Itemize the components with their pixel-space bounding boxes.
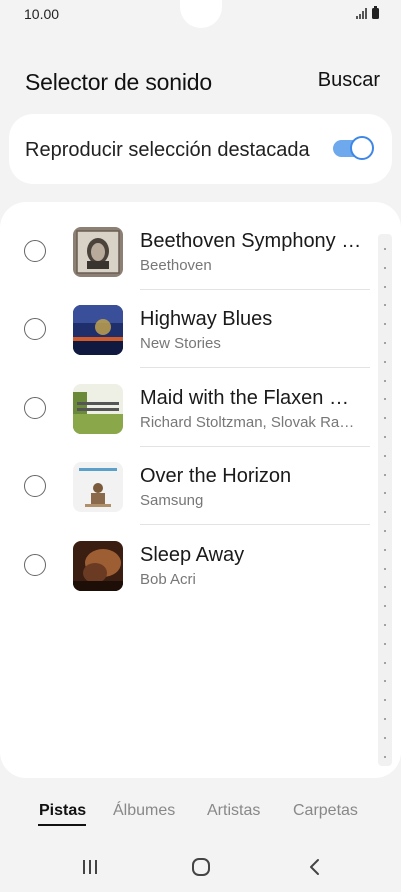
track-title: Over the Horizon — [140, 465, 292, 487]
track-title: Maid with the Flaxen Hair — [140, 387, 362, 409]
system-nav-bar — [0, 844, 401, 892]
index-dot — [384, 661, 386, 664]
track-radio[interactable] — [24, 240, 46, 262]
track-row[interactable]: Maid with the Flaxen Hair Richard Stoltz… — [0, 369, 380, 447]
index-dot — [384, 755, 386, 758]
active-tab-indicator — [38, 824, 86, 826]
track-list: Beethoven Symphony No. 9 (Scherzo) Beeth… — [0, 202, 401, 778]
track-radio[interactable] — [24, 397, 46, 419]
index-dot — [384, 285, 386, 288]
index-dot — [384, 417, 386, 420]
back-icon — [310, 859, 319, 875]
track-row[interactable]: Beethoven Symphony No. 9 (Scherzo) Beeth… — [0, 212, 380, 290]
tab-artistas[interactable]: Artistas — [207, 802, 260, 820]
switch-knob — [350, 136, 374, 160]
index-dot — [384, 586, 386, 589]
fast-scroll-index[interactable] — [378, 234, 392, 766]
track-title: Highway Blues — [140, 308, 273, 330]
track-row[interactable]: Over the Horizon Samsung — [0, 447, 380, 525]
index-dot — [384, 473, 386, 476]
divider — [140, 367, 370, 368]
signal-icon — [356, 8, 368, 19]
index-dot — [384, 511, 386, 514]
index-dot — [384, 266, 386, 269]
index-dot — [384, 548, 386, 551]
index-dot — [384, 699, 386, 702]
battery-icon — [372, 6, 379, 19]
highlight-toggle-card[interactable]: Reproducir selección destacada — [9, 114, 392, 184]
track-radio[interactable] — [24, 554, 46, 576]
index-dot — [384, 342, 386, 344]
index-dot — [384, 680, 386, 683]
status-bar: 10.00 — [0, 0, 401, 30]
track-radio[interactable] — [24, 475, 46, 497]
index-dot — [384, 398, 386, 401]
index-dot — [384, 567, 386, 570]
track-row[interactable]: Highway Blues New Stories — [0, 290, 380, 368]
index-dot — [384, 642, 386, 645]
home-button[interactable] — [186, 854, 216, 880]
home-icon — [192, 858, 210, 876]
page-title: Selector de sonido — [25, 69, 212, 95]
recent-apps-button[interactable] — [75, 854, 105, 880]
album-art-thumbnail — [73, 541, 123, 591]
recent-apps-icon — [83, 860, 97, 874]
index-dot — [384, 248, 386, 250]
index-dot — [384, 624, 386, 626]
track-artist: Samsung — [140, 492, 204, 509]
index-dot — [384, 736, 386, 739]
track-artist: Richard Stoltzman, Slovak Radio Symphony… — [140, 414, 362, 431]
highlight-toggle-label: Reproducir selección destacada — [25, 139, 310, 161]
tab-albumes[interactable]: Álbumes — [113, 802, 175, 820]
back-button[interactable] — [299, 854, 329, 880]
album-art-thumbnail — [73, 305, 123, 355]
header: Selector de sonido Buscar — [0, 55, 401, 105]
index-dot — [384, 718, 386, 720]
status-icons — [356, 6, 379, 19]
index-dot — [384, 492, 386, 495]
album-art-thumbnail — [73, 227, 123, 277]
album-art-thumbnail — [73, 462, 123, 512]
search-button[interactable]: Buscar — [318, 69, 380, 92]
divider — [140, 524, 370, 525]
track-artist: Beethoven — [140, 257, 212, 274]
status-time: 10.00 — [24, 6, 60, 22]
track-radio[interactable] — [24, 318, 46, 340]
camera-notch — [180, 0, 222, 28]
index-dot — [384, 360, 386, 363]
index-dot — [384, 530, 386, 532]
track-artist: New Stories — [140, 335, 221, 352]
track-row[interactable]: Sleep Away Bob Acri — [0, 526, 380, 604]
index-dot — [384, 323, 386, 326]
tab-pistas[interactable]: Pistas — [39, 802, 86, 820]
track-title: Sleep Away — [140, 544, 245, 566]
index-dot — [384, 605, 386, 608]
highlight-toggle-switch[interactable] — [333, 136, 374, 160]
index-dot — [384, 379, 386, 382]
tab-carpetas[interactable]: Carpetas — [293, 802, 358, 820]
track-title: Beethoven Symphony No. 9 (Scherzo) — [140, 230, 362, 252]
track-artist: Bob Acri — [140, 571, 196, 588]
index-dot — [384, 304, 386, 307]
album-art-thumbnail — [73, 384, 123, 434]
bottom-tabs: Pistas Álbumes Artistas Carpetas — [0, 796, 401, 832]
index-dot — [384, 454, 386, 457]
index-dot — [384, 436, 386, 438]
